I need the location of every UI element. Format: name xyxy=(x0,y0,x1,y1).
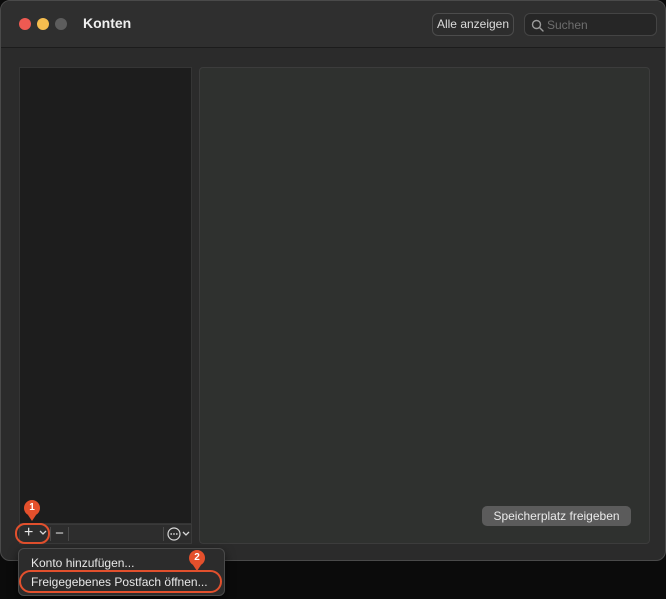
free-storage-button[interactable]: Speicherplatz freigeben xyxy=(482,506,631,526)
highlight-ring-add-button xyxy=(15,523,50,544)
badge-pointer xyxy=(28,515,36,521)
show-all-button[interactable]: Alle anzeigen xyxy=(432,13,514,36)
remove-account-button[interactable]: − xyxy=(51,525,68,543)
account-detail-panel: Speicherplatz freigeben xyxy=(199,67,650,544)
search-input[interactable] xyxy=(547,16,653,33)
chevron-down-icon xyxy=(182,531,190,536)
accounts-window: Konten Alle anzeigen Speicherplatz freig… xyxy=(0,0,666,561)
accounts-sidebar-list[interactable] xyxy=(19,67,192,524)
divider xyxy=(68,527,69,541)
badge-pointer xyxy=(193,565,201,571)
action-menu-button[interactable] xyxy=(164,525,191,543)
step-badge-1: 1 xyxy=(24,500,40,516)
titlebar: Konten Alle anzeigen xyxy=(1,1,665,48)
step-badge-2: 2 xyxy=(189,550,205,566)
zoom-window-button[interactable] xyxy=(55,18,67,30)
more-options-icon xyxy=(167,527,181,541)
highlight-ring-shared-mailbox xyxy=(19,570,222,593)
close-window-button[interactable] xyxy=(19,18,31,30)
window-title: Konten xyxy=(83,15,132,31)
search-field[interactable] xyxy=(524,13,657,36)
search-icon xyxy=(531,19,544,32)
menu-item-add-account[interactable]: Konto hinzufügen... xyxy=(31,556,134,570)
minimize-window-button[interactable] xyxy=(37,18,49,30)
